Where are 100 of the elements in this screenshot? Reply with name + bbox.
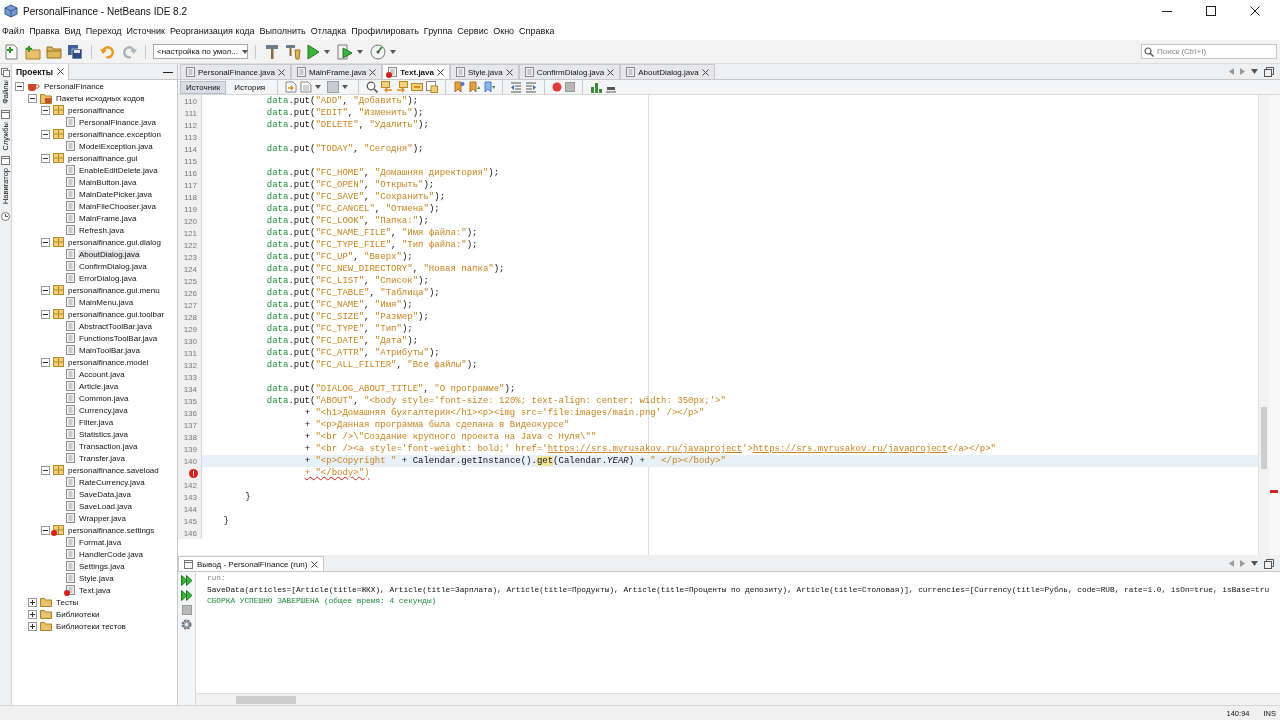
menu-item[interactable]: Реорганизация кода <box>170 26 255 36</box>
menu-item[interactable]: Отладка <box>310 26 347 36</box>
folder-icon[interactable] <box>46 43 62 60</box>
collapse-icon[interactable] <box>41 285 50 295</box>
tree-item[interactable]: Filter.java <box>78 417 115 427</box>
double-play-icon[interactable] <box>180 590 193 601</box>
menu-item[interactable]: Сервис <box>457 26 489 36</box>
tree-item[interactable]: personalfinance.gui.menu <box>67 285 161 295</box>
scrollbar[interactable] <box>1258 95 1269 555</box>
tree-item[interactable]: Пакеты исходных кодов <box>55 93 146 103</box>
menu-item[interactable]: Профилировать <box>351 26 419 36</box>
tree-item[interactable]: AbstractToolBar.java <box>78 321 153 331</box>
tree-item[interactable]: ModelException.java <box>78 141 154 151</box>
tree-item[interactable]: personalfinance.model <box>67 357 150 367</box>
settings-icon[interactable] <box>181 619 192 630</box>
tree-item[interactable]: Style.java <box>78 573 115 583</box>
menu-item[interactable]: Источник <box>126 26 165 36</box>
tab-close-icon[interactable] <box>505 68 513 76</box>
expand-icon[interactable] <box>28 621 37 631</box>
collapse-icon[interactable] <box>41 153 50 163</box>
tree-item[interactable]: PersonalFinance <box>43 81 106 91</box>
configuration-dropdown[interactable]: <настройка по умол... <box>153 44 248 59</box>
tree-item[interactable]: PersonalFinance.java <box>78 117 157 127</box>
tree-item[interactable]: HandlerCode.java <box>78 549 145 559</box>
menu-item[interactable]: Файл <box>2 26 25 36</box>
tree-item[interactable]: AboutDialog.java <box>78 249 141 259</box>
file-tab[interactable]: PersonalFinance.java <box>180 64 291 79</box>
tab-close-icon[interactable] <box>701 68 709 76</box>
scrollbar[interactable] <box>196 693 1280 705</box>
tree-item[interactable]: MainFrame.java <box>78 213 138 223</box>
file-tab[interactable]: MainFrame.java <box>290 64 383 79</box>
close-icon[interactable] <box>1250 6 1260 16</box>
tab-close-icon[interactable] <box>311 560 319 568</box>
caret-icon[interactable] <box>357 49 363 54</box>
menu-item[interactable]: Окно <box>493 26 515 36</box>
tab-close-icon[interactable] <box>369 68 377 76</box>
expand-icon[interactable] <box>28 609 37 619</box>
restore-window-icon[interactable] <box>1264 66 1274 77</box>
collapse-icon[interactable] <box>41 357 50 367</box>
tree-item[interactable]: RateCurrency.java <box>78 477 146 487</box>
menu-item[interactable]: Группа <box>423 26 453 36</box>
stop-icon[interactable] <box>565 82 576 92</box>
caret-icon[interactable] <box>390 49 396 54</box>
tree-item[interactable]: MainDatePicker.java <box>78 189 153 199</box>
save-all-icon[interactable] <box>67 43 83 60</box>
tree-item[interactable]: Settings.java <box>78 561 126 571</box>
clock-icon[interactable] <box>1 212 10 222</box>
tree-item[interactable]: SaveData.java <box>78 489 133 499</box>
tree-item[interactable]: Article.java <box>78 381 120 391</box>
tree-item[interactable]: personalfinance <box>67 105 126 115</box>
bookmark-icon[interactable] <box>453 81 466 93</box>
tree-item[interactable]: SaveLoad.java <box>78 501 133 511</box>
collapse-icon[interactable] <box>41 105 50 115</box>
shift-left-icon[interactable] <box>510 81 523 93</box>
profile-icon[interactable] <box>370 43 386 60</box>
double-play-icon[interactable] <box>180 575 193 586</box>
tree-item[interactable]: Account.java <box>78 369 126 379</box>
stop-icon[interactable] <box>181 605 192 615</box>
collapse-icon[interactable] <box>41 237 50 247</box>
new-project-icon[interactable] <box>25 43 41 60</box>
tree-item[interactable]: Библиотеки <box>55 609 101 619</box>
tree-item[interactable]: Библиотеки тестов <box>55 621 127 631</box>
view-tab[interactable]: История <box>229 81 271 93</box>
tree-item[interactable]: personalfinance.settings <box>67 525 156 535</box>
highlight-icon[interactable] <box>411 81 424 93</box>
view-tab[interactable]: Источник <box>180 80 227 94</box>
tree-item[interactable]: personalfinance.gui.toolbar <box>67 309 166 319</box>
collapse-icon[interactable] <box>41 465 50 475</box>
bookmark-down-icon[interactable] <box>483 81 496 93</box>
tree-item[interactable]: personalfinance.gui <box>67 153 139 163</box>
caret-icon[interactable] <box>315 85 322 89</box>
collapse-icon[interactable] <box>15 81 24 91</box>
collapse-icon[interactable] <box>28 93 37 103</box>
expand-icon[interactable] <box>28 597 37 607</box>
file-tab[interactable]: ConfirmDialog.java <box>518 64 621 79</box>
output-tab[interactable]: Вывод - PersonalFinance (run) <box>178 556 325 571</box>
search-field[interactable]: Поиск (Ctrl+I) <box>1141 44 1277 59</box>
collapse-icon[interactable] <box>41 525 50 535</box>
debug-icon[interactable] <box>337 43 353 60</box>
caret-icon[interactable] <box>342 85 349 89</box>
tree-item[interactable]: Refresh.java <box>78 225 125 235</box>
bookmark-up-icon[interactable] <box>468 81 481 93</box>
tree-item[interactable]: MainMenu.java <box>78 297 135 307</box>
down-arrow-icon[interactable] <box>1251 561 1258 566</box>
run-icon[interactable] <box>306 43 320 60</box>
clean-build-icon[interactable] <box>285 43 301 60</box>
tree-item[interactable]: Transaction.java <box>78 441 139 451</box>
tree-item[interactable]: MainToolBar.java <box>78 345 141 355</box>
menu-item[interactable]: Правка <box>29 26 60 36</box>
record-icon[interactable] <box>552 82 563 92</box>
menu-item[interactable]: Справка <box>519 26 555 36</box>
down-arrow-icon[interactable] <box>1251 69 1258 74</box>
maximize-icon[interactable] <box>1206 6 1216 16</box>
hammer-icon[interactable] <box>264 43 280 60</box>
menu-item[interactable]: Вид <box>64 26 81 36</box>
find-icon[interactable] <box>366 81 379 93</box>
tree-item[interactable]: Currency.java <box>78 405 129 415</box>
collapse-icon[interactable] <box>41 129 50 139</box>
caret-icon[interactable] <box>324 49 330 54</box>
tree-item[interactable]: personalfinance.saveload <box>67 465 160 475</box>
